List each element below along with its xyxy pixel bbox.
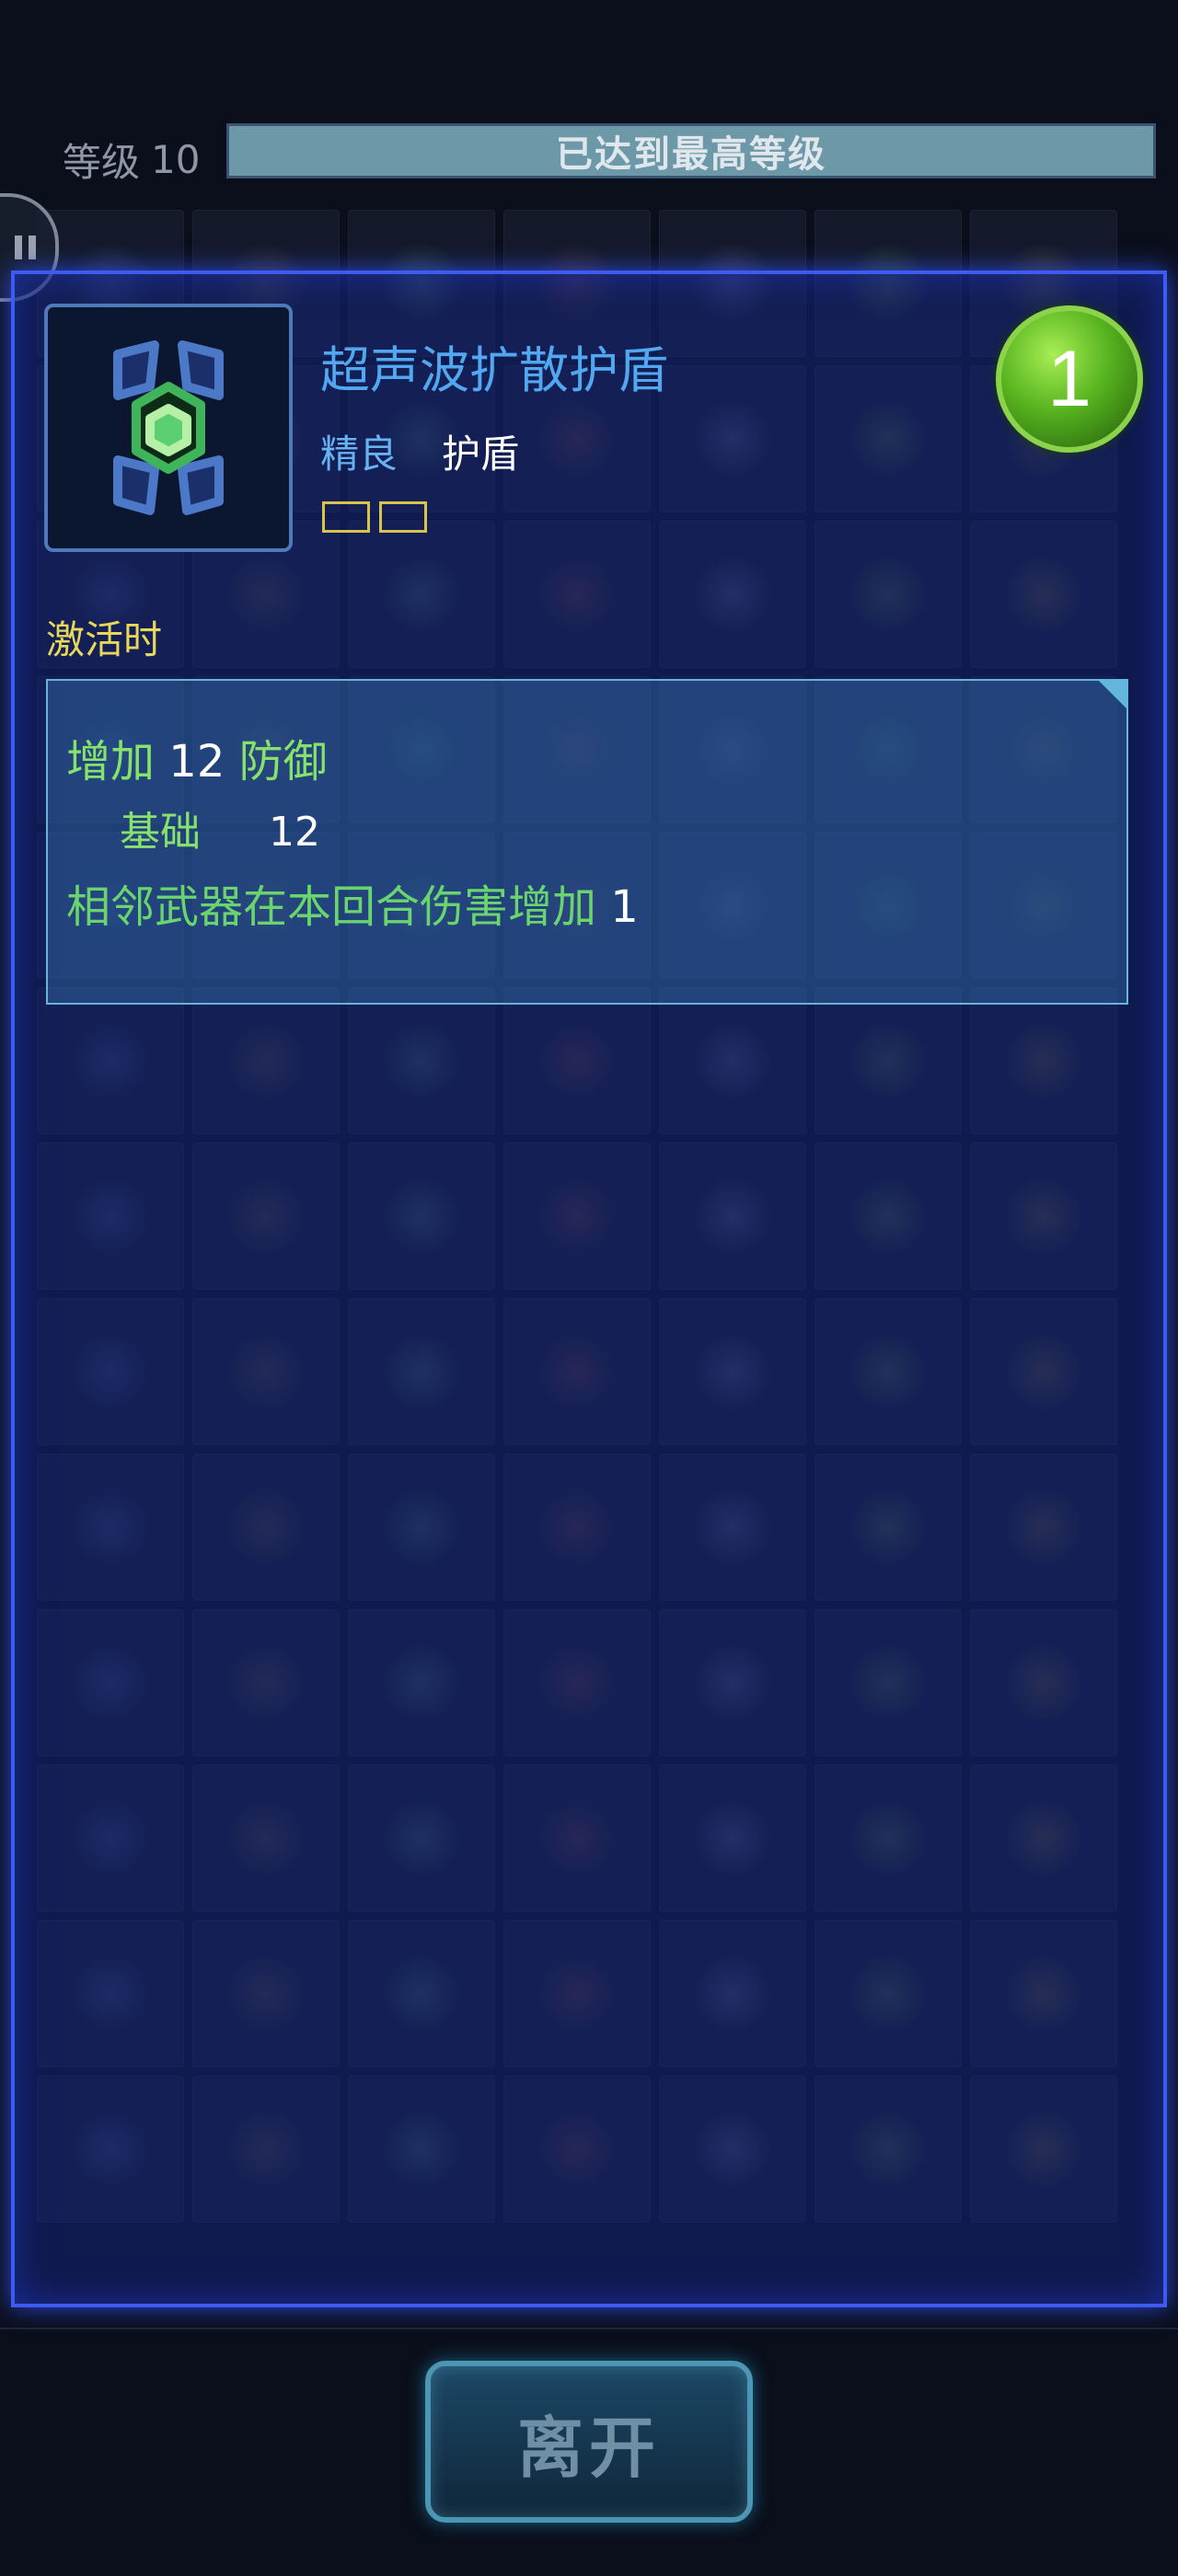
item-type: 护盾 <box>442 431 520 477</box>
leave-label: 离开 <box>516 2409 661 2487</box>
effect-line-base: 基础 12 <box>120 799 320 857</box>
badge-number: 1 <box>1047 334 1091 423</box>
level-badge: 1 <box>996 305 1143 453</box>
pause-icon-bar <box>28 236 36 259</box>
slot-box <box>322 501 370 533</box>
item-rarity: 精良 <box>320 431 398 477</box>
effect-line-defense: 增加 12 防御 <box>66 725 328 789</box>
effect-line-damage: 相邻武器在本回合伤害增加 1 <box>66 870 639 935</box>
item-detail-panel <box>11 270 1167 2307</box>
effect-value: 12 <box>168 736 225 788</box>
damage-value: 1 <box>610 881 639 933</box>
level-label: 等级 <box>63 140 141 185</box>
leave-button[interactable]: 离开 <box>425 2361 753 2523</box>
base-label: 基础 <box>120 809 201 856</box>
corner-decoration <box>1097 679 1128 710</box>
level-bar: 等级 10 已达到最高等级 <box>63 123 1156 188</box>
level-status: 已达到最高等级 <box>556 133 826 176</box>
item-slots <box>322 501 427 533</box>
level-progress: 已达到最高等级 <box>226 123 1156 178</box>
damage-text: 相邻武器在本回合伤害增加 <box>66 881 597 933</box>
pause-icon <box>14 236 22 259</box>
slot-box <box>379 501 427 533</box>
shield-icon <box>113 340 224 515</box>
effect-box: 增加 12 防御 基础 12 相邻武器在本回合伤害增加 1 <box>46 679 1128 1005</box>
effect-prefix: 增加 <box>66 736 156 788</box>
effect-suffix: 防御 <box>238 736 328 788</box>
item-icon-frame <box>44 304 293 552</box>
item-name: 超声波扩散护盾 <box>320 341 668 399</box>
divider <box>0 2328 1178 2329</box>
level-value: 10 <box>151 137 201 182</box>
base-value: 12 <box>269 809 320 856</box>
activate-label: 激活时 <box>46 617 163 662</box>
